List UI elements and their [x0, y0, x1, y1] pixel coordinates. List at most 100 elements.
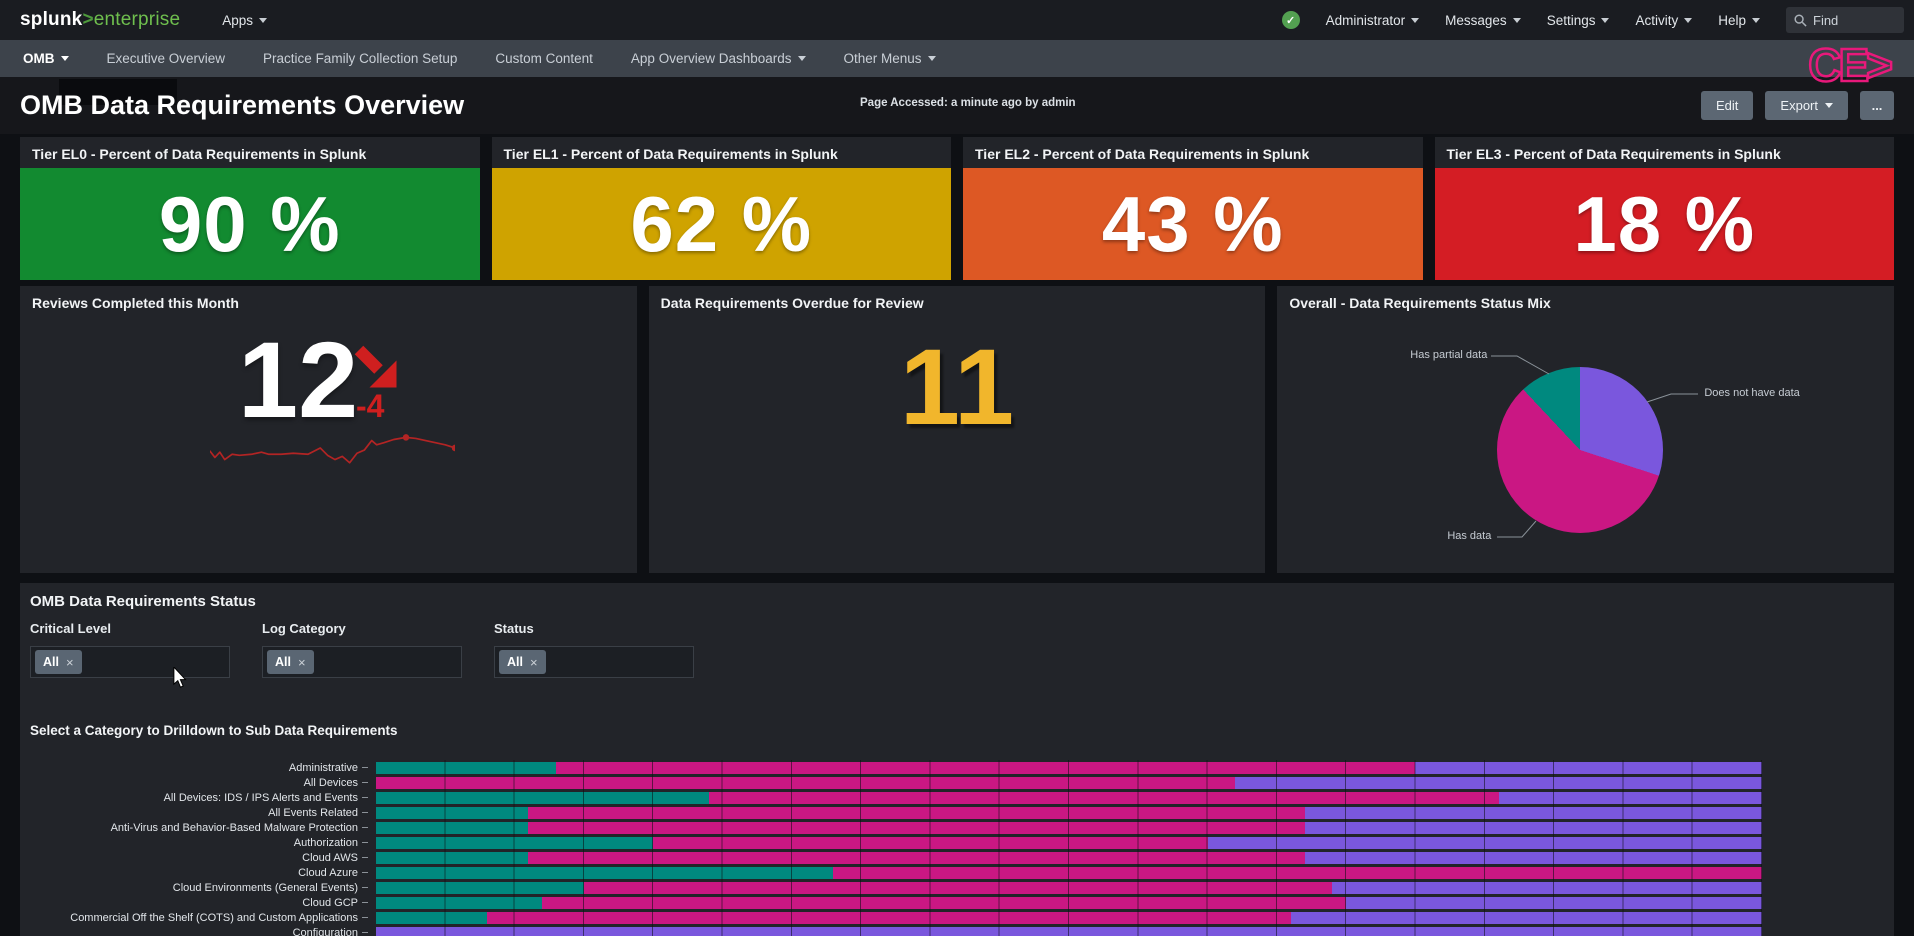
kpi-tile-el1[interactable]: 62 %	[492, 168, 952, 280]
bar-segment-does-not-have-data[interactable]	[1305, 852, 1762, 864]
find-search-box[interactable]	[1786, 7, 1904, 33]
bar-segment-has-data[interactable]	[376, 777, 1235, 789]
bar-segment-has-data[interactable]	[487, 912, 1291, 924]
filter-tag[interactable]: All ×	[499, 650, 546, 674]
apps-menu[interactable]: Apps	[222, 13, 267, 28]
bar-row[interactable]: All Devices	[30, 775, 1884, 790]
bar-segment-has-data[interactable]	[542, 897, 1346, 909]
remove-tag-icon[interactable]: ×	[298, 655, 306, 670]
more-actions-button[interactable]: ...	[1860, 91, 1894, 120]
health-check-icon[interactable]: ✓	[1282, 11, 1300, 29]
bar-row[interactable]: All Devices: IDS / IPS Alerts and Events	[30, 790, 1884, 805]
filter-tag-value: All	[275, 655, 291, 669]
bar-segment-does-not-have-data[interactable]	[1305, 807, 1762, 819]
status-multiselect[interactable]: All ×	[494, 646, 694, 678]
nav-tab-custom-content[interactable]: Custom Content	[495, 51, 593, 66]
nav-tab-executive-overview[interactable]: Executive Overview	[107, 51, 226, 66]
bar-segment-does-not-have-data[interactable]	[1235, 777, 1762, 789]
bar-segment-has-data[interactable]	[528, 822, 1304, 834]
chevron-down-icon	[798, 56, 806, 61]
stacked-bar[interactable]	[376, 897, 1762, 909]
stacked-bar[interactable]	[376, 882, 1762, 894]
critical-level-multiselect[interactable]: All ×	[30, 646, 230, 678]
bar-segment-does-not-have-data[interactable]	[376, 927, 1762, 936]
remove-tag-icon[interactable]: ×	[66, 655, 74, 670]
bar-segment-has-data[interactable]	[528, 852, 1304, 864]
axis-tick-icon	[362, 767, 368, 768]
axis-tick-icon	[362, 932, 368, 933]
bar-segment-has-partial-data[interactable]	[376, 807, 528, 819]
bar-segment-does-not-have-data[interactable]	[1305, 822, 1762, 834]
bar-row[interactable]: Cloud Azure	[30, 865, 1884, 880]
messages-menu[interactable]: Messages	[1445, 13, 1521, 28]
nav-tab-label: Practice Family Collection Setup	[263, 51, 457, 66]
stacked-bar[interactable]	[376, 927, 1762, 936]
bar-segment-has-partial-data[interactable]	[376, 792, 709, 804]
topbar-right-menus: ✓ Administrator Messages Settings Activi…	[1282, 7, 1904, 33]
bar-segment-has-data[interactable]	[584, 882, 1332, 894]
bar-row[interactable]: Anti-Virus and Behavior-Based Malware Pr…	[30, 820, 1884, 835]
kpi-tile-el0[interactable]: 90 %	[20, 168, 480, 280]
settings-menu[interactable]: Settings	[1547, 13, 1610, 28]
stacked-bar[interactable]	[376, 807, 1762, 819]
bar-segment-has-partial-data[interactable]	[376, 897, 542, 909]
nav-tab-omb[interactable]: OMB	[23, 51, 69, 66]
filter-tag[interactable]: All ×	[35, 650, 82, 674]
stacked-bar[interactable]	[376, 762, 1762, 774]
bar-segment-does-not-have-data[interactable]	[1415, 762, 1762, 774]
filter-label: Critical Level	[30, 621, 262, 636]
nav-tab-app-overview-dashboards[interactable]: App Overview Dashboards	[631, 51, 806, 66]
stacked-bar[interactable]	[376, 837, 1762, 849]
bar-row[interactable]: Authorization	[30, 835, 1884, 850]
bar-segment-does-not-have-data[interactable]	[1208, 837, 1762, 849]
splunk-logo[interactable]: splunk>enterprise	[20, 9, 180, 31]
bar-category-label: Cloud GCP	[30, 897, 362, 909]
bar-segment-has-partial-data[interactable]	[376, 852, 528, 864]
bar-segment-has-data[interactable]	[556, 762, 1415, 774]
stacked-bar[interactable]	[376, 852, 1762, 864]
bar-segment-does-not-have-data[interactable]	[1291, 912, 1762, 924]
bar-segment-does-not-have-data[interactable]	[1346, 897, 1762, 909]
kpi-tile-el2[interactable]: 43 %	[963, 168, 1423, 280]
stacked-bar[interactable]	[376, 822, 1762, 834]
bar-row[interactable]: Configuration	[30, 925, 1884, 936]
nav-tab-practice-family-collection-setup[interactable]: Practice Family Collection Setup	[263, 51, 457, 66]
bar-row[interactable]: Administrative	[30, 760, 1884, 775]
dashboard-body: Tier EL0 - Percent of Data Requirements …	[0, 137, 1914, 936]
bar-segment-does-not-have-data[interactable]	[1499, 792, 1762, 804]
bar-row[interactable]: Commercial Off the Shelf (COTS) and Cust…	[30, 910, 1884, 925]
bar-segment-does-not-have-data[interactable]	[1332, 882, 1762, 894]
activity-menu[interactable]: Activity	[1635, 13, 1692, 28]
bar-segment-has-partial-data[interactable]	[376, 837, 653, 849]
bar-segment-has-partial-data[interactable]	[376, 912, 487, 924]
filter-tag[interactable]: All ×	[267, 650, 314, 674]
bar-segment-has-data[interactable]	[709, 792, 1499, 804]
stacked-bar[interactable]	[376, 777, 1762, 789]
find-input[interactable]	[1813, 13, 1893, 28]
administrator-menu[interactable]: Administrator	[1326, 13, 1420, 28]
apps-menu-label: Apps	[222, 13, 253, 28]
nav-tab-other-menus[interactable]: Other Menus	[844, 51, 936, 66]
status-mix-panel: Overall - Data Requirements Status Mix H…	[1277, 286, 1894, 573]
edit-button[interactable]: Edit	[1701, 91, 1753, 120]
bar-segment-has-partial-data[interactable]	[376, 867, 833, 879]
bar-row[interactable]: All Events Related	[30, 805, 1884, 820]
help-menu[interactable]: Help	[1718, 13, 1760, 28]
bar-segment-has-partial-data[interactable]	[376, 762, 556, 774]
bar-segment-has-data[interactable]	[653, 837, 1207, 849]
bar-row[interactable]: Cloud GCP	[30, 895, 1884, 910]
stacked-bar[interactable]	[376, 912, 1762, 924]
stacked-bar[interactable]	[376, 792, 1762, 804]
bar-segment-has-partial-data[interactable]	[376, 882, 584, 894]
export-button[interactable]: Export	[1765, 91, 1848, 120]
log-category-multiselect[interactable]: All ×	[262, 646, 462, 678]
bar-segment-has-data[interactable]	[833, 867, 1762, 879]
bar-segment-has-partial-data[interactable]	[376, 822, 528, 834]
bar-row[interactable]: Cloud AWS	[30, 850, 1884, 865]
remove-tag-icon[interactable]: ×	[530, 655, 538, 670]
kpi-value: 18 %	[1573, 179, 1755, 270]
stacked-bar[interactable]	[376, 867, 1762, 879]
bar-row[interactable]: Cloud Environments (General Events)	[30, 880, 1884, 895]
kpi-tile-el3[interactable]: 18 %	[1435, 168, 1895, 280]
bar-segment-has-data[interactable]	[528, 807, 1304, 819]
